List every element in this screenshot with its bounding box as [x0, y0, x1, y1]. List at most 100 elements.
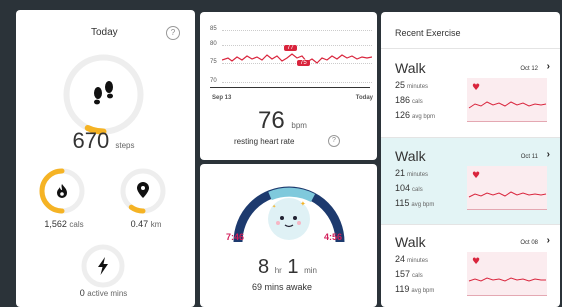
- hr-tick-85: 85: [210, 26, 217, 32]
- hr-x-start: Sep 13: [212, 95, 232, 101]
- exercise-date: Oct 08: [520, 240, 538, 246]
- exercise-cals: 186 cals: [395, 95, 423, 105]
- exercise-cals-value: 157: [395, 269, 411, 279]
- chevron-right-icon: ›: [546, 149, 550, 160]
- exercise-heart-chart: ♥: [467, 166, 547, 210]
- chevron-right-icon: ›: [546, 235, 550, 246]
- lightning-bolt-icon: [97, 257, 109, 275]
- exercise-minutes: 25 minutes: [395, 80, 428, 90]
- distance-number: 0.47: [130, 219, 149, 229]
- today-panel[interactable]: Today ? 670 steps 1,562 cals 0.47 km 0 a…: [16, 10, 195, 307]
- exercise-minutes-value: 25: [395, 80, 406, 90]
- sleep-start-time: 7:46: [226, 232, 245, 242]
- hr-tick-75: 75: [210, 59, 217, 65]
- active-minutes-ring[interactable]: [80, 243, 126, 289]
- exercise-bpm-unit: avg bpm: [411, 202, 435, 208]
- rhr-number: 76: [258, 107, 285, 134]
- heart-rate-trend-line: [222, 53, 372, 64]
- exercise-bpm: 119 avg bpm: [395, 284, 434, 294]
- svg-text:♥: ♥: [472, 257, 480, 267]
- calories-ring[interactable]: [38, 167, 86, 215]
- svg-text:✦: ✦: [300, 200, 306, 208]
- active-minutes-unit: active mins: [87, 289, 128, 298]
- exercise-bpm-value: 126: [395, 110, 411, 120]
- exercise-cals-unit: cals: [412, 273, 423, 279]
- divider: [381, 48, 560, 49]
- sleep-minutes-unit: min: [304, 266, 317, 275]
- hr-tick-70: 70: [210, 78, 217, 84]
- sleep-moon-icon: ✦ ✦: [264, 194, 314, 244]
- calories-number: 1,562: [44, 219, 67, 229]
- resting-heart-rate-value: 76 bpm: [258, 107, 307, 135]
- exercise-minutes-unit: minutes: [407, 172, 429, 178]
- active-minutes-value: 0 active mins: [56, 288, 151, 298]
- exercise-date: Oct 11: [520, 154, 538, 160]
- sleep-hours-unit: hr: [274, 266, 282, 275]
- exercise-heart-line: ♥: [468, 257, 546, 282]
- flame-icon: [55, 183, 69, 199]
- exercise-name: Walk: [395, 234, 426, 250]
- heart-rate-panel[interactable]: 85 80 75 70 77 75 Sep 13 Today 76 bpm re…: [200, 12, 377, 160]
- recent-exercise-panel[interactable]: Recent Exercise Walk Oct 12 › 25 minutes …: [381, 12, 560, 307]
- sleep-hours: 8: [258, 256, 270, 278]
- today-help-icon[interactable]: ?: [166, 26, 180, 40]
- exercise-bpm: 126 avg bpm: [395, 110, 435, 120]
- hr-x-end: Today: [355, 95, 373, 101]
- exercise-minutes-unit: minutes: [407, 84, 429, 90]
- hr-x-axis: [210, 87, 370, 88]
- distance-value: 0.47 km: [106, 219, 186, 229]
- exercise-item[interactable]: Walk Oct 12 › 25 minutes 186 cals 126 avg b…: [381, 50, 560, 136]
- sleep-duration: 8 hr 1 min: [258, 256, 317, 279]
- exercise-name: Walk: [395, 60, 426, 76]
- svg-text:♥: ♥: [472, 83, 480, 93]
- exercise-bpm-unit: avg bpm: [411, 288, 435, 294]
- exercise-minutes-unit: minutes: [407, 258, 429, 264]
- exercise-heart-line: ♥: [468, 171, 547, 198]
- exercise-cals: 157 cals: [395, 269, 423, 279]
- exercise-date: Oct 12: [520, 66, 538, 72]
- steps-unit: steps: [115, 141, 135, 150]
- sleep-end-time: 4:56: [324, 232, 343, 242]
- rhr-unit: bpm: [291, 121, 307, 130]
- hr-gridline: [222, 30, 372, 31]
- exercise-item-selected[interactable]: Walk Oct 11 › 21 minutes 104 cals 115 avg b…: [381, 138, 560, 224]
- exercise-item[interactable]: Walk Oct 08 › 24 minutes 157 cals 119 avg b…: [381, 224, 560, 307]
- exercise-name: Walk: [395, 148, 426, 164]
- chevron-right-icon: ›: [546, 61, 550, 72]
- resting-heart-rate-label: resting heart rate: [234, 137, 295, 146]
- exercise-heart-chart: ♥: [467, 78, 547, 122]
- hr-help-icon[interactable]: ?: [328, 135, 340, 147]
- svg-text:✦: ✦: [272, 204, 276, 210]
- exercise-minutes-value: 21: [395, 168, 406, 178]
- today-title: Today: [91, 27, 118, 38]
- hr-gridline: [222, 82, 372, 83]
- exercise-minutes-value: 24: [395, 254, 406, 264]
- exercise-heart-chart: ♥: [467, 252, 547, 296]
- sleep-panel[interactable]: ✦ ✦ 7:46 4:56 8 hr 1 min 69 mins awake: [200, 164, 377, 307]
- hr-max-badge: 77: [284, 45, 297, 51]
- location-pin-icon: [137, 182, 149, 198]
- distance-unit: km: [150, 220, 162, 229]
- hr-tick-80: 80: [210, 41, 217, 47]
- exercise-cals-unit: cals: [412, 187, 423, 193]
- sleep-minutes: 1: [287, 256, 299, 278]
- exercise-cals-value: 186: [395, 95, 411, 105]
- exercise-cals: 104 cals: [395, 183, 423, 193]
- steps-number: 670: [72, 128, 110, 153]
- exercise-cals-unit: cals: [412, 99, 423, 105]
- steps-value: 670 steps: [46, 128, 161, 154]
- sleep-awake-text: 69 mins awake: [252, 282, 313, 292]
- calories-value: 1,562 cals: [24, 219, 104, 229]
- distance-ring[interactable]: [119, 167, 167, 215]
- exercise-bpm-unit: avg bpm: [412, 114, 436, 120]
- svg-text:♥: ♥: [472, 171, 480, 181]
- exercise-bpm-value: 119: [395, 284, 410, 294]
- recent-exercise-title: Recent Exercise: [395, 28, 461, 38]
- exercise-bpm: 115 avg bpm: [395, 198, 434, 208]
- calories-unit: cals: [69, 220, 84, 229]
- hr-min-badge: 75: [297, 60, 310, 66]
- steps-ring[interactable]: [61, 52, 146, 137]
- active-minutes-number: 0: [79, 288, 85, 298]
- exercise-heart-line: ♥: [468, 83, 547, 109]
- exercise-minutes: 21 minutes: [395, 168, 428, 178]
